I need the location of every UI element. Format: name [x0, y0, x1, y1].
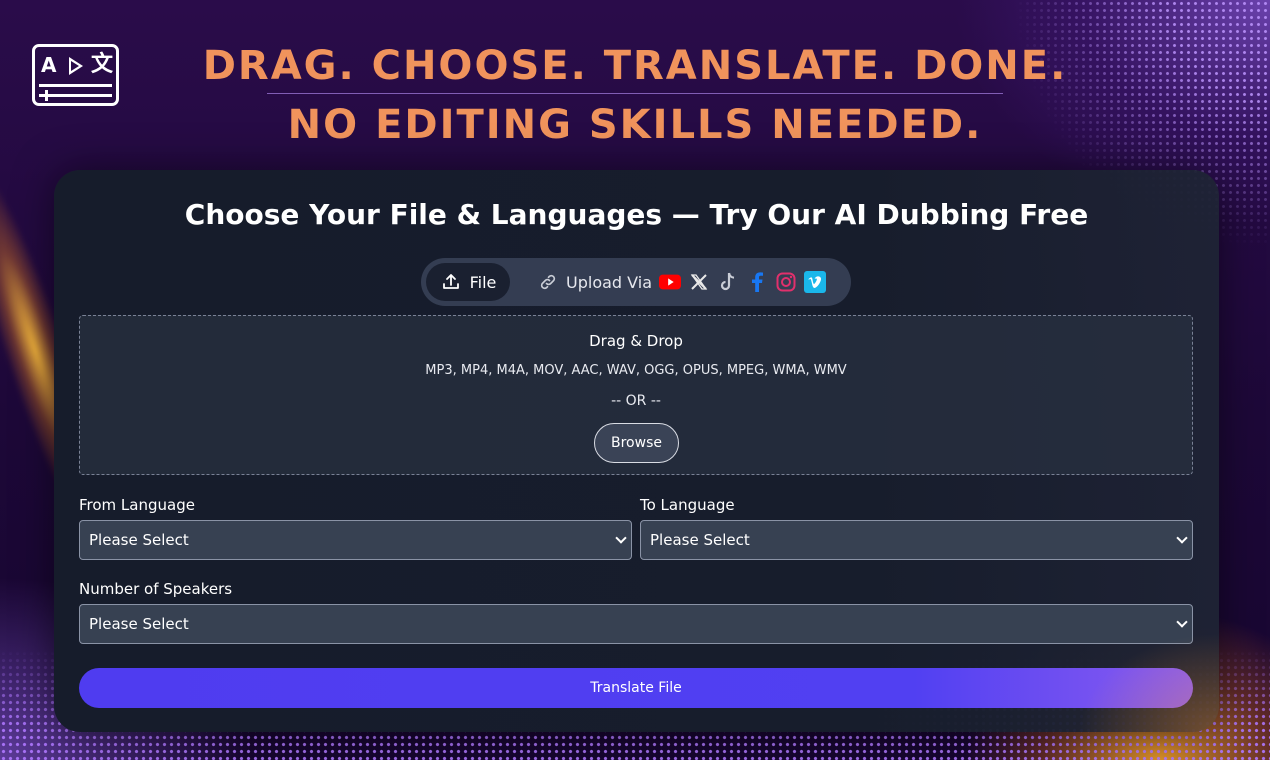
- to-language-value: Please Select: [650, 531, 750, 549]
- tab-upload-via[interactable]: Upload Via: [537, 263, 826, 301]
- source-tabs: File Upload Via: [421, 258, 851, 306]
- translate-file-button[interactable]: Translate File: [79, 668, 1193, 708]
- speakers-select[interactable]: Please Select: [79, 604, 1193, 644]
- from-language-label: From Language: [79, 496, 195, 514]
- chevron-down-icon: [1176, 532, 1188, 544]
- to-language-label: To Language: [640, 496, 735, 514]
- tab-file[interactable]: File: [426, 263, 510, 301]
- x-icon[interactable]: [688, 271, 710, 293]
- card-title: Choose Your File & Languages — Try Our A…: [184, 198, 1089, 231]
- speakers-value: Please Select: [89, 615, 189, 633]
- chevron-down-icon: [1176, 616, 1188, 628]
- headline-divider: [267, 93, 1003, 94]
- browse-button[interactable]: Browse: [594, 423, 679, 463]
- youtube-icon[interactable]: [659, 271, 681, 293]
- instagram-icon[interactable]: [775, 271, 797, 293]
- tab-upload-label: Upload Via: [566, 272, 652, 292]
- facebook-icon[interactable]: [746, 271, 768, 293]
- supported-formats: MP3, MP4, M4A, MOV, AAC, WAV, OGG, OPUS,…: [425, 363, 847, 378]
- headline-line-1: DRAG. CHOOSE. TRANSLATE. DONE.: [202, 43, 1068, 89]
- tab-file-label: File: [469, 272, 497, 292]
- vimeo-icon[interactable]: [804, 271, 826, 293]
- tiktok-icon[interactable]: [717, 271, 739, 293]
- hero-headline: DRAG. CHOOSE. TRANSLATE. DONE. NO EDITIN…: [0, 42, 1270, 149]
- to-language-select[interactable]: Please Select: [640, 520, 1193, 560]
- drop-zone-title: Drag & Drop: [589, 332, 683, 350]
- speakers-label: Number of Speakers: [79, 580, 233, 598]
- headline-line-2: NO EDITING SKILLS NEEDED.: [287, 102, 983, 148]
- drop-zone[interactable]: Drag & Drop MP3, MP4, M4A, MOV, AAC, WAV…: [79, 315, 1193, 475]
- upload-icon: [440, 271, 462, 293]
- or-separator: -- OR --: [611, 393, 661, 409]
- from-language-select[interactable]: Please Select: [79, 520, 632, 560]
- link-icon: [537, 271, 559, 293]
- from-language-value: Please Select: [89, 531, 189, 549]
- chevron-down-icon: [615, 532, 627, 544]
- upload-card: Choose Your File & Languages — Try Our A…: [54, 170, 1219, 732]
